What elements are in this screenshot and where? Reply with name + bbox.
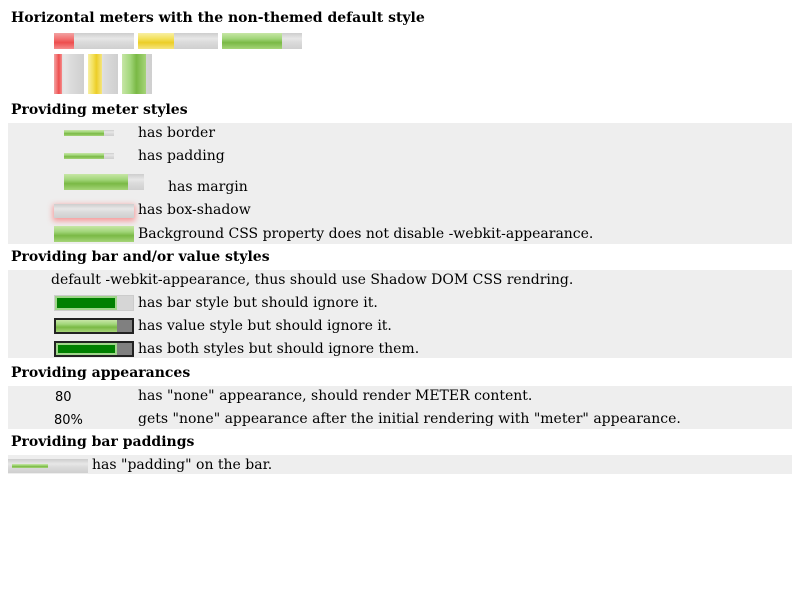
meter-fill-green (64, 153, 104, 159)
meter-horizontal-red (54, 33, 134, 49)
label-background-css: Background CSS property does not disable… (138, 226, 594, 242)
meter-fill-green (222, 33, 282, 49)
meter-fill-green (122, 54, 146, 94)
label-has-box-shadow: has box-shadow (138, 202, 251, 218)
meter-after-appearance-value: 80% (54, 413, 83, 428)
section-title-bar-value: Providing bar and/or value styles (11, 249, 270, 265)
meter-none-appearance-value: 80 (55, 390, 72, 405)
meter-fill-green (54, 226, 134, 242)
meter-has-border (64, 130, 114, 136)
meter-fill-dark-green (56, 343, 117, 355)
section-title-horizontal: Horizontal meters with the non-themed de… (11, 10, 425, 26)
meter-bar-style (54, 295, 134, 311)
label-bar-padding: has "padding" on the bar. (92, 457, 273, 473)
label-default-appearance: default -webkit-appearance, thus should … (51, 272, 574, 288)
meter-vertical-yellow (88, 54, 118, 94)
label-both-styles: has both styles but should ignore them. (138, 341, 420, 357)
meter-vertical-green (122, 54, 152, 94)
meter-fill-green (12, 464, 48, 468)
meter-fill-green (56, 320, 117, 332)
label-bar-style: has bar style but should ignore it. (138, 295, 378, 311)
meter-has-margin (64, 174, 144, 190)
meter-fill-dark-green (55, 296, 118, 310)
section-title-appearances: Providing appearances (11, 365, 191, 381)
meter-vertical-red (54, 54, 84, 94)
meter-fill-red (54, 54, 62, 94)
meter-value-style (54, 318, 134, 334)
label-has-border: has border (138, 125, 216, 141)
meter-fill-green (64, 130, 104, 136)
meter-bar-padding (8, 459, 88, 473)
label-none-appearance: has "none" appearance, should render MET… (138, 388, 533, 404)
label-has-padding: has padding (138, 148, 225, 164)
meter-background-css (54, 226, 134, 242)
meter-fill-yellow (138, 33, 174, 49)
meter-horizontal-yellow (138, 33, 218, 49)
label-after-appearance: gets "none" appearance after the initial… (138, 411, 681, 427)
section-title-bar-paddings: Providing bar paddings (11, 434, 195, 450)
meter-fill-green (64, 174, 128, 190)
label-has-margin: has margin (168, 179, 248, 195)
label-value-style: has value style but should ignore it. (138, 318, 392, 334)
meter-both-styles (54, 341, 134, 357)
meter-fill-red (54, 33, 74, 49)
section-title-styles: Providing meter styles (11, 102, 188, 118)
meter-horizontal-green (222, 33, 302, 49)
meter-fill-yellow (88, 54, 102, 94)
meter-has-box-shadow (54, 204, 134, 218)
meter-has-padding (64, 153, 114, 159)
